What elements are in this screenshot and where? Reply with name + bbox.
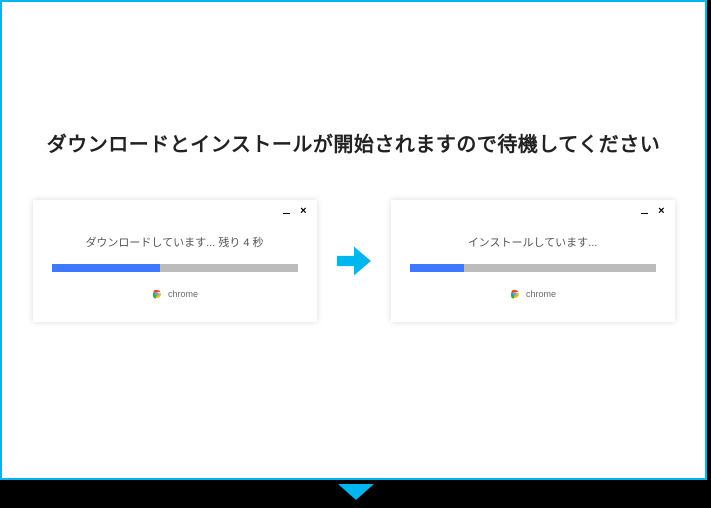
close-icon[interactable]: × (300, 206, 306, 217)
chrome-brand-label: chrome (168, 289, 198, 299)
chrome-logo-icon (509, 288, 521, 300)
arrow-container (331, 246, 377, 276)
close-icon[interactable]: × (658, 206, 664, 217)
minimize-icon[interactable] (641, 213, 648, 215)
chrome-brand: chrome (509, 288, 556, 300)
install-status-text: インストールしています... (468, 234, 598, 250)
download-progress-track (52, 264, 298, 272)
chrome-brand: chrome (151, 288, 198, 300)
instruction-card: ダウンロードとインストールが開始されますので待機してください × ダウンロードし… (0, 0, 707, 480)
install-progress-track (410, 264, 656, 272)
chrome-logo-icon (151, 288, 163, 300)
chevron-down-icon (338, 484, 374, 500)
install-panel: × インストールしています... chrome (391, 200, 675, 322)
headline-text: ダウンロードとインストールが開始されますので待機してください (2, 128, 705, 157)
minimize-icon[interactable] (283, 213, 290, 215)
download-status-text: ダウンロードしています... 残り 4 秒 (85, 234, 263, 250)
arrow-right-icon (337, 246, 371, 276)
install-progress-fill (410, 264, 464, 272)
chrome-brand-label: chrome (526, 289, 556, 299)
panel-row: × ダウンロードしています... 残り 4 秒 chrome (2, 200, 705, 322)
window-controls: × (283, 206, 306, 217)
download-progress-fill (52, 264, 160, 272)
download-panel: × ダウンロードしています... 残り 4 秒 chrome (33, 200, 317, 322)
window-controls: × (641, 206, 664, 217)
